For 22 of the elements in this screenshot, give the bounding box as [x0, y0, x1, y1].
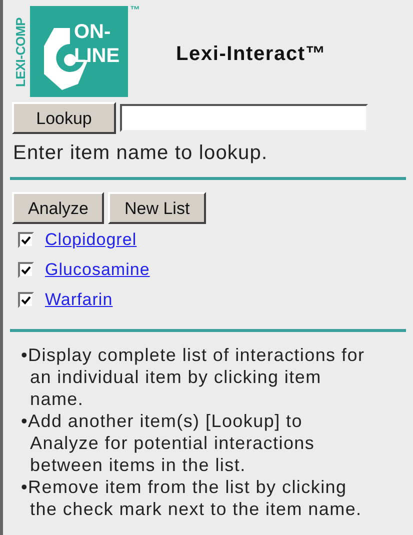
- help-note: •Add another item(s) [Lookup] to Analyze for potential interactions between items in the list.: [21, 410, 316, 476]
- item-checkbox[interactable]: [18, 262, 34, 278]
- item-link[interactable]: Glucosamine: [45, 257, 150, 283]
- analyze-button[interactable]: Analyze: [12, 192, 104, 224]
- item-checkbox[interactable]: [18, 292, 34, 308]
- help-note: •Remove item from the list by clicking the check mark next to the item name.: [21, 476, 363, 520]
- check-icon: [21, 296, 31, 304]
- logo-top-text: ON-: [74, 22, 111, 42]
- item-link[interactable]: Clopidogrel: [45, 227, 137, 253]
- check-icon: [21, 236, 31, 244]
- logo-bottom-text: LINE: [74, 46, 120, 66]
- logo-side-text: LEXI-COMP: [14, 16, 27, 89]
- app-title: Lexi-Interact™: [176, 42, 326, 67]
- lookup-field[interactable]: [120, 104, 368, 132]
- item-link[interactable]: Warfarin: [45, 287, 113, 313]
- lookup-hint: Enter item name to lookup.: [13, 141, 269, 166]
- trademark-mark: ™: [130, 6, 140, 18]
- item-checkbox[interactable]: [18, 232, 34, 248]
- lookup-button[interactable]: Lookup: [12, 102, 116, 134]
- help-note: •Display complete list of interactions for an individual item by clicking item name.: [21, 344, 366, 410]
- new-list-button[interactable]: New List: [108, 192, 206, 224]
- check-icon: [21, 266, 31, 274]
